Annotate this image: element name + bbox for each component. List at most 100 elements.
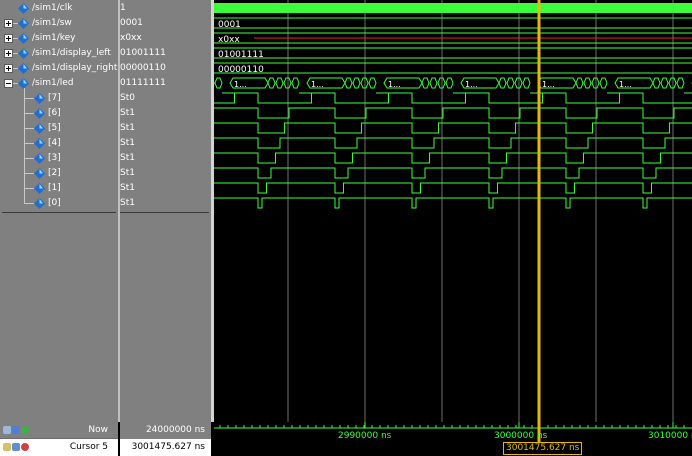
signal-value-led3: St1 [120, 153, 135, 163]
led-bit-wave [214, 137, 692, 149]
signal-diamond-icon [34, 123, 45, 134]
signal-row-led7[interactable]: [7] [0, 91, 118, 106]
bus-wave-label: 01001111 [218, 50, 264, 60]
expand-plus-icon[interactable] [4, 64, 13, 73]
signal-value-led1: St1 [120, 183, 135, 193]
clk-wave [214, 3, 692, 13]
signal-row-clk[interactable]: /sim1/clk [0, 1, 118, 16]
tree-branch-line [13, 23, 18, 24]
signal-value-led4: St1 [120, 138, 135, 148]
bus-wave-label: x0xx [218, 35, 240, 45]
cursor-label: Cursor 5 [69, 442, 108, 452]
signal-diamond-icon [34, 183, 45, 194]
signal-name: [6] [48, 108, 61, 118]
signal-name: [4] [48, 138, 61, 148]
signal-row-sw[interactable]: /sim1/sw [0, 16, 118, 31]
led-bus-transition [291, 77, 300, 89]
signal-value-led7: St0 [120, 93, 135, 103]
signal-value-pane[interactable]: 1 0001 x0xx 01001111 00000110 01111111 St0 St1 S… [120, 0, 211, 422]
led-bus-label: 1... [619, 80, 632, 89]
expand-plus-icon[interactable] [4, 34, 13, 43]
signal-row-led2[interactable]: [2] [0, 166, 118, 181]
add-cursor-icon[interactable] [21, 426, 29, 434]
signal-row-led[interactable]: /sim1/led [0, 76, 118, 91]
time-ruler[interactable]: 2990000 ns 3000000 ns 3010000 ns 3001475… [214, 422, 692, 456]
signal-value-display_left: 01001111 [120, 48, 166, 58]
tree-branch-line [24, 188, 34, 189]
tree-branch-line [24, 173, 34, 174]
led-bus-label: 1... [542, 80, 555, 89]
cursor-bar: Now Cursor 5 24000000 ns 3001475.627 ns … [0, 422, 692, 456]
signal-name: /sim1/sw [32, 18, 72, 28]
cursor-time-marker[interactable]: 3001475.627 ns [503, 442, 583, 455]
signal-row-display_left[interactable]: /sim1/display_left [0, 46, 118, 61]
bus-wave-label: 0001 [218, 20, 241, 30]
led-bit-wave [214, 92, 692, 104]
now-row: Now [0, 422, 118, 439]
led-bit-wave [214, 122, 692, 134]
signal-row-led3[interactable]: [3] [0, 151, 118, 166]
led-bus-transition [429, 77, 438, 89]
tree-branch-line [13, 83, 18, 84]
signal-row-led1[interactable]: [1] [0, 181, 118, 196]
delete-cursor-icon[interactable] [21, 443, 29, 451]
signal-value-display_right: 00000110 [120, 63, 166, 73]
expand-plus-icon[interactable] [4, 19, 13, 28]
grid-icon[interactable] [12, 426, 20, 434]
lock-icon[interactable] [3, 443, 11, 451]
tick-label-0: 2990000 ns [338, 431, 392, 441]
signal-name: [7] [48, 93, 61, 103]
collapse-minus-icon[interactable] [4, 79, 13, 88]
signal-name: /sim1/led [32, 78, 74, 88]
now-label: Now [88, 425, 108, 435]
tick-label-1: 3000000 ns [494, 431, 548, 441]
signal-diamond-icon [18, 3, 29, 14]
led-bus-transition [368, 77, 377, 89]
led-bit-wave [214, 182, 692, 194]
tree-branch-line [13, 68, 18, 69]
tree-branch-line [24, 203, 34, 204]
tree-vertical-line [24, 88, 25, 204]
led-bus-transition [575, 77, 584, 89]
tree-branch-line [24, 98, 34, 99]
signal-name-pane[interactable]: /sim1/clk/sim1/sw/sim1/key/sim1/display_… [0, 0, 118, 422]
signal-row-led0[interactable]: [0] [0, 196, 118, 211]
led-bus-transition [599, 77, 608, 89]
signal-diamond-icon [18, 48, 29, 59]
led-bus-transition [421, 77, 430, 89]
signal-row-led4[interactable]: [4] [0, 136, 118, 151]
led-bus-transition [214, 77, 223, 89]
led-bus-transition [267, 77, 276, 89]
signal-name: /sim1/display_left [32, 48, 111, 58]
signal-row-display_right[interactable]: /sim1/display_right [0, 61, 118, 76]
signal-name: [0] [48, 198, 61, 208]
expand-plus-icon[interactable] [4, 49, 13, 58]
led-bit-wave [214, 167, 692, 179]
led-bus-label: 1... [388, 80, 401, 89]
led-bus-transition [676, 77, 685, 89]
time-ruler-canvas [214, 422, 692, 442]
zoom-icon[interactable] [3, 426, 11, 434]
signal-diamond-icon [18, 18, 29, 29]
signal-row-key[interactable]: /sim1/key [0, 31, 118, 46]
led-bus-label: 1... [311, 80, 324, 89]
wave-canvas[interactable]: 0001 x0xx 01001111 00000110 1... 1... 1... 1...… [214, 0, 692, 422]
signal-diamond-icon [18, 63, 29, 74]
tick-label-2: 3010000 ns [648, 431, 692, 441]
signal-value-led: 01111111 [120, 78, 166, 88]
edit-cursor-icon[interactable] [12, 443, 20, 451]
signal-value-clk: 1 [120, 3, 126, 13]
led-bus-transition [498, 77, 507, 89]
signal-value-led2: St1 [120, 168, 135, 178]
signal-row-led6[interactable]: [6] [0, 106, 118, 121]
tree-branch-line [13, 53, 18, 54]
signal-name: [5] [48, 123, 61, 133]
signal-row-led5[interactable]: [5] [0, 121, 118, 136]
cursor-value-area: 24000000 ns 3001475.627 ns [120, 422, 211, 456]
cursor-row[interactable]: Cursor 5 [0, 439, 118, 456]
wave-pane[interactable]: 0001 x0xx 01001111 00000110 1... 1... 1... 1...… [214, 0, 692, 422]
led-bus-label: 1... [465, 80, 478, 89]
signal-value-key: x0xx [120, 33, 142, 43]
signal-diamond-icon [34, 138, 45, 149]
tree-branch-line [24, 143, 34, 144]
